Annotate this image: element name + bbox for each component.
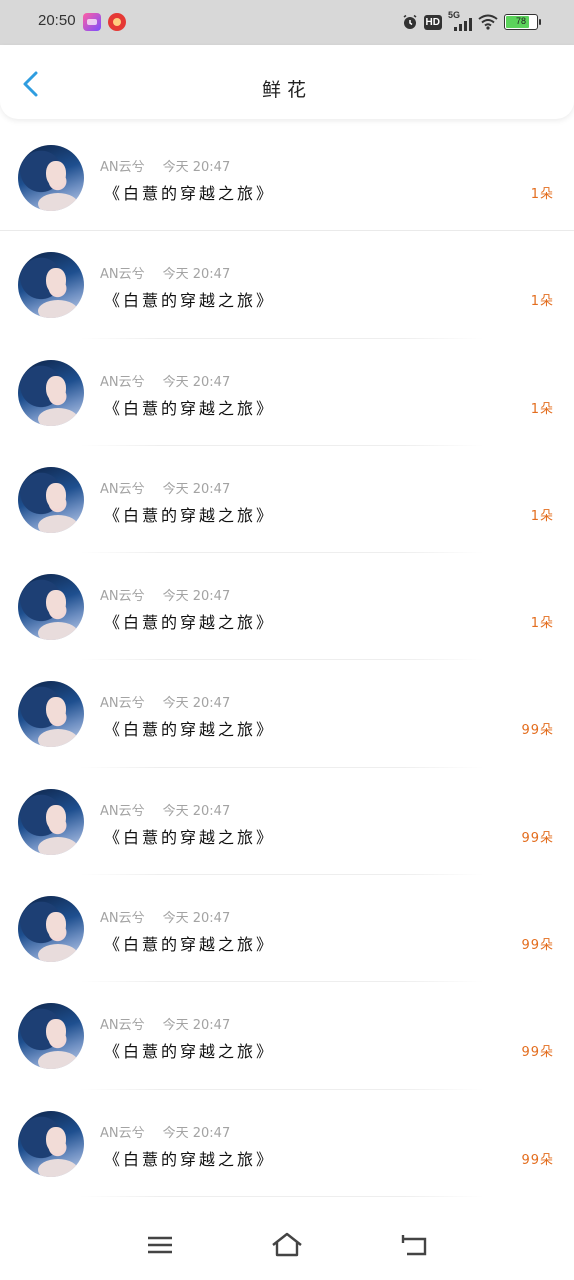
timestamp: 今天 20:47 <box>162 589 231 605</box>
list-item[interactable]: AN云兮 今天 20:47 《白薏的穿越之旅》 99朵 <box>0 982 574 1090</box>
avatar[interactable] <box>18 681 84 748</box>
username: AN云兮 <box>100 481 145 497</box>
username: AN云兮 <box>100 1125 145 1141</box>
username: AN云兮 <box>100 267 145 283</box>
timestamp: 今天 20:47 <box>162 803 231 819</box>
flower-count: 99朵 <box>521 723 554 739</box>
item-meta: AN云兮 今天 20:47 <box>100 478 230 497</box>
book-title: 《白薏的穿越之旅》 <box>104 935 276 955</box>
app-notification-icon-2 <box>108 13 126 31</box>
flower-count: 1朵 <box>530 616 554 632</box>
username: AN云兮 <box>100 911 145 927</box>
list-item[interactable]: AN云兮 今天 20:47 《白薏的穿越之旅》 99朵 <box>0 768 574 876</box>
flower-count: 1朵 <box>530 508 554 524</box>
avatar[interactable] <box>18 574 84 641</box>
book-title: 《白薏的穿越之旅》 <box>104 505 276 525</box>
list-item[interactable]: AN云兮 今天 20:47 《白薏的穿越之旅》 99朵 <box>0 1090 574 1197</box>
back-icon <box>401 1235 427 1256</box>
status-icons: HD 5G 78 <box>402 10 541 32</box>
item-meta: AN云兮 今天 20:47 <box>100 263 230 282</box>
hd-icon: HD <box>423 14 442 30</box>
signal-icon: 5G <box>448 10 472 31</box>
book-title: 《白薏的穿越之旅》 <box>104 613 276 633</box>
book-title: 《白薏的穿越之旅》 <box>104 1042 276 1062</box>
username: AN云兮 <box>100 696 145 712</box>
wifi-icon <box>478 14 498 30</box>
list-item[interactable]: AN云兮 今天 20:47 《白薏的穿越之旅》 1朵 <box>0 231 574 339</box>
username: AN云兮 <box>100 589 145 605</box>
avatar[interactable] <box>18 788 84 855</box>
username: AN云兮 <box>100 374 145 390</box>
timestamp: 今天 20:47 <box>162 374 231 390</box>
username: AN云兮 <box>100 160 145 175</box>
item-meta: AN云兮 今天 20:47 <box>100 371 230 390</box>
menu-icon <box>148 1236 172 1254</box>
item-meta: AN云兮 今天 20:47 <box>100 1122 230 1141</box>
flower-count: 99朵 <box>521 1152 554 1168</box>
book-title: 《白薏的穿越之旅》 <box>104 184 276 203</box>
avatar[interactable] <box>18 252 84 319</box>
item-meta: AN云兮 今天 20:47 <box>100 156 230 175</box>
item-meta: AN云兮 今天 20:47 <box>100 585 230 604</box>
home-icon <box>272 1232 302 1257</box>
avatar[interactable] <box>18 466 84 533</box>
flower-count: 1朵 <box>530 294 554 310</box>
book-title: 《白薏的穿越之旅》 <box>104 291 276 311</box>
flower-count: 1朵 <box>530 401 554 417</box>
item-meta: AN云兮 今天 20:47 <box>100 1014 230 1033</box>
item-meta: AN云兮 今天 20:47 <box>100 692 230 711</box>
flower-count: 99朵 <box>521 938 554 954</box>
flower-count: 99朵 <box>521 830 554 846</box>
page-title: 鲜花 <box>261 79 312 101</box>
avatar[interactable] <box>18 145 84 211</box>
timestamp: 今天 20:47 <box>162 160 231 175</box>
list-item[interactable]: AN云兮 今天 20:47 《白薏的穿越之旅》 1朵 <box>0 124 574 232</box>
system-nav-bar <box>0 1212 574 1280</box>
username: AN云兮 <box>100 1018 145 1034</box>
list-item[interactable]: AN云兮 今天 20:47 《白薏的穿越之旅》 1朵 <box>0 339 574 446</box>
list-item[interactable]: AN云兮 今天 20:47 《白薏的穿越之旅》 99朵 <box>0 660 574 768</box>
avatar[interactable] <box>18 359 84 426</box>
menu-button[interactable] <box>145 1232 175 1258</box>
book-title: 《白薏的穿越之旅》 <box>104 398 276 418</box>
header: 鲜花 <box>0 45 574 119</box>
battery-level: 78 <box>515 16 526 26</box>
flower-count: 99朵 <box>521 1045 554 1061</box>
avatar[interactable] <box>18 1110 84 1177</box>
timestamp: 今天 20:47 <box>162 911 231 927</box>
row-divider <box>80 1195 484 1197</box>
back-nav-button[interactable] <box>399 1232 429 1258</box>
item-meta: AN云兮 今天 20:47 <box>100 907 230 926</box>
book-title: 《白薏的穿越之旅》 <box>104 1149 276 1169</box>
home-button[interactable] <box>271 1232 303 1258</box>
app-notification-icon <box>83 13 101 31</box>
avatar[interactable] <box>18 1003 84 1070</box>
alarm-icon <box>403 14 417 29</box>
status-bar: 20:50 HD 5G 78 <box>0 0 574 45</box>
status-time: 20:50 <box>38 12 76 29</box>
timestamp: 今天 20:47 <box>162 267 231 283</box>
timestamp: 今天 20:47 <box>162 1018 231 1034</box>
list-item[interactable]: AN云兮 今天 20:47 《白薏的穿越之旅》 1朵 <box>0 446 574 554</box>
flower-record-list: AN云兮 今天 20:47 《白薏的穿越之旅》 1朵 AN云兮 今天 20:47 《白薏的穿… <box>0 124 574 1197</box>
book-title: 《白薏的穿越之旅》 <box>104 720 276 740</box>
timestamp: 今天 20:47 <box>162 1125 231 1141</box>
battery-icon: 78 <box>504 14 541 30</box>
list-item[interactable]: AN云兮 今天 20:47 《白薏的穿越之旅》 99朵 <box>0 875 574 983</box>
timestamp: 今天 20:47 <box>162 481 231 497</box>
avatar[interactable] <box>18 896 84 963</box>
flower-count: 1朵 <box>530 187 554 202</box>
item-meta: AN云兮 今天 20:47 <box>100 800 230 819</box>
book-title: 《白薏的穿越之旅》 <box>104 827 276 847</box>
list-item[interactable]: AN云兮 今天 20:47 《白薏的穿越之旅》 1朵 <box>0 553 574 661</box>
username: AN云兮 <box>100 803 145 819</box>
timestamp: 今天 20:47 <box>162 696 231 712</box>
